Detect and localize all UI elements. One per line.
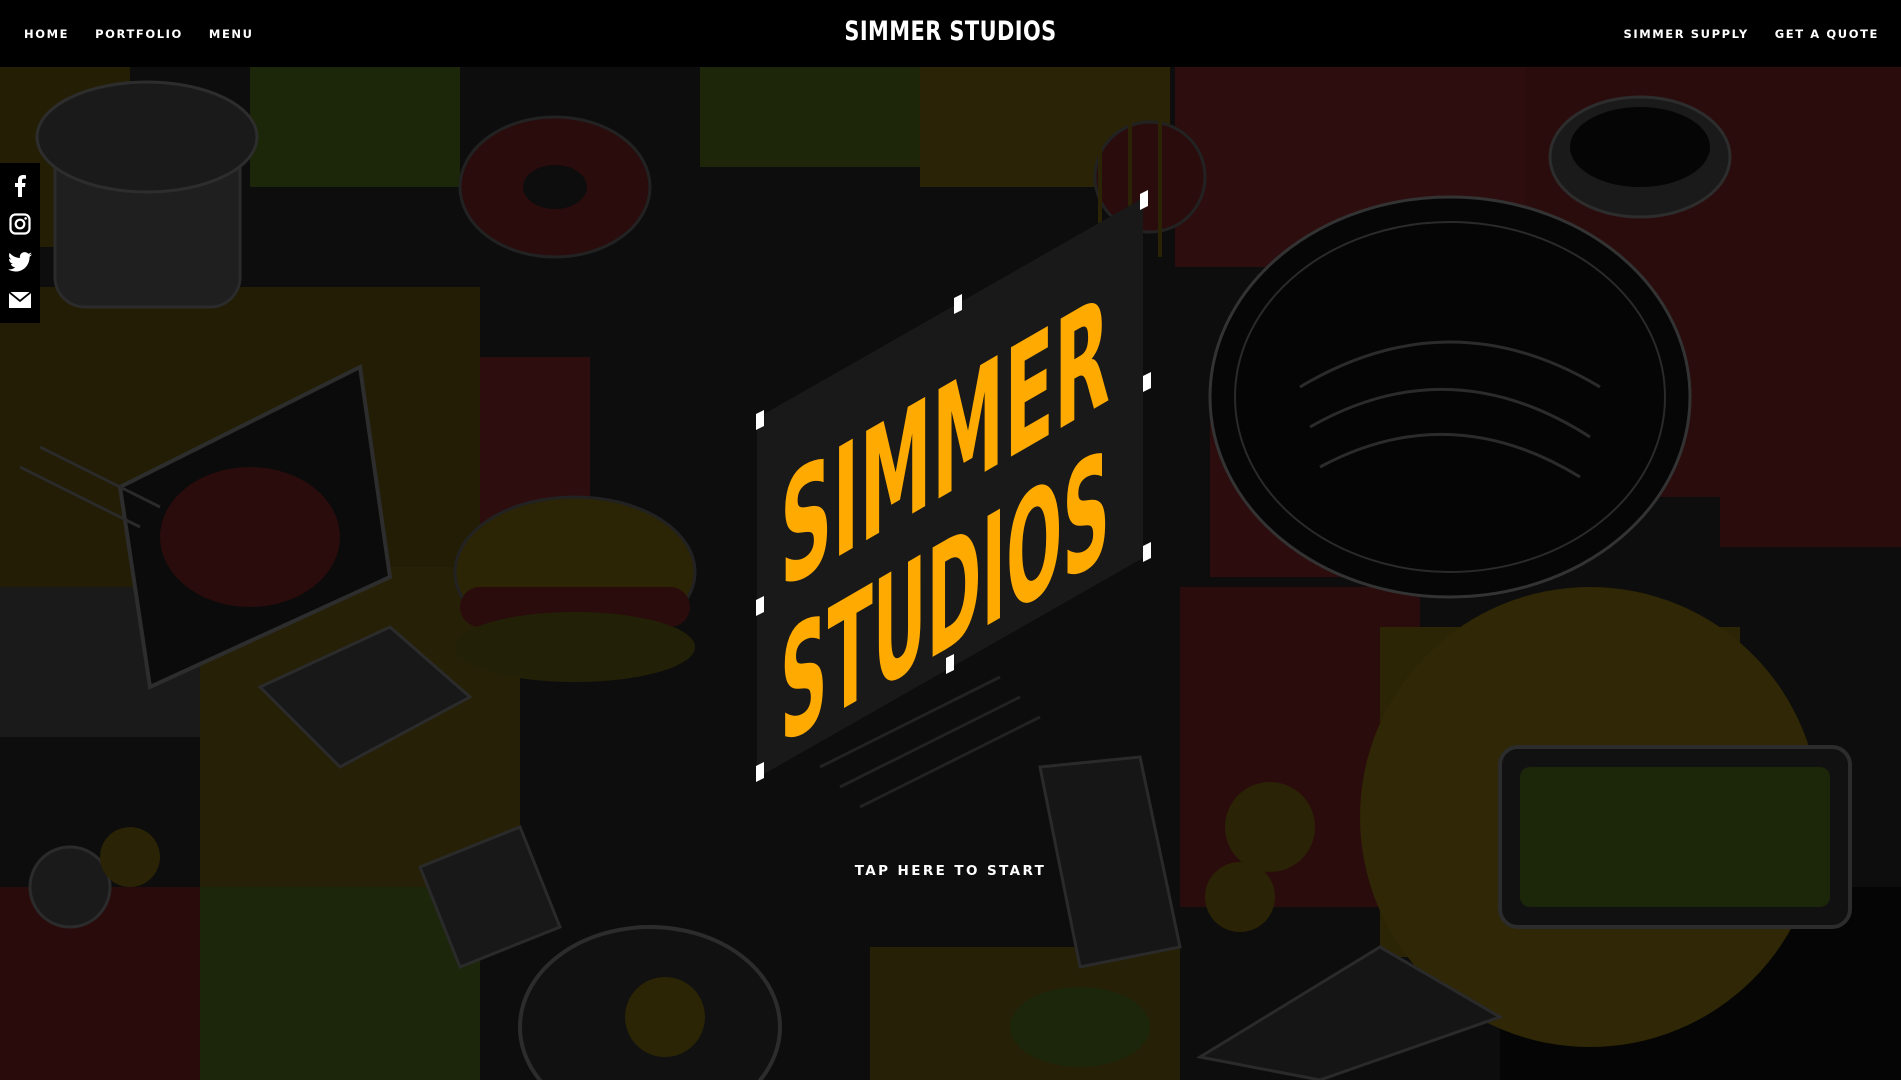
facebook-icon[interactable] — [7, 173, 33, 199]
nav-right: SIMMER SUPPLY GET A QUOTE — [1597, 0, 1879, 67]
brand-logo[interactable]: SIMMER STUDIOS — [133, 17, 1768, 47]
twitter-icon[interactable] — [7, 249, 33, 275]
nav-home-link[interactable]: HOME — [24, 27, 69, 41]
tap-to-start-button[interactable]: TAP HERE TO START — [855, 863, 1047, 879]
nav-get-a-quote-link[interactable]: GET A QUOTE — [1775, 27, 1879, 41]
email-icon[interactable] — [7, 287, 33, 313]
social-sidebar — [0, 163, 40, 323]
instagram-icon[interactable] — [7, 211, 33, 237]
top-nav: HOME PORTFOLIO MENU SIMMER STUDIOS SIMME… — [0, 0, 1901, 67]
hero-logo: SIMMER STUDIOS — [740, 180, 1160, 800]
cta-wrapper: TAP HERE TO START — [0, 860, 1901, 879]
nav-simmer-supply-link[interactable]: SIMMER SUPPLY — [1623, 27, 1748, 41]
page: HOME PORTFOLIO MENU SIMMER STUDIOS SIMME… — [0, 0, 1901, 1080]
